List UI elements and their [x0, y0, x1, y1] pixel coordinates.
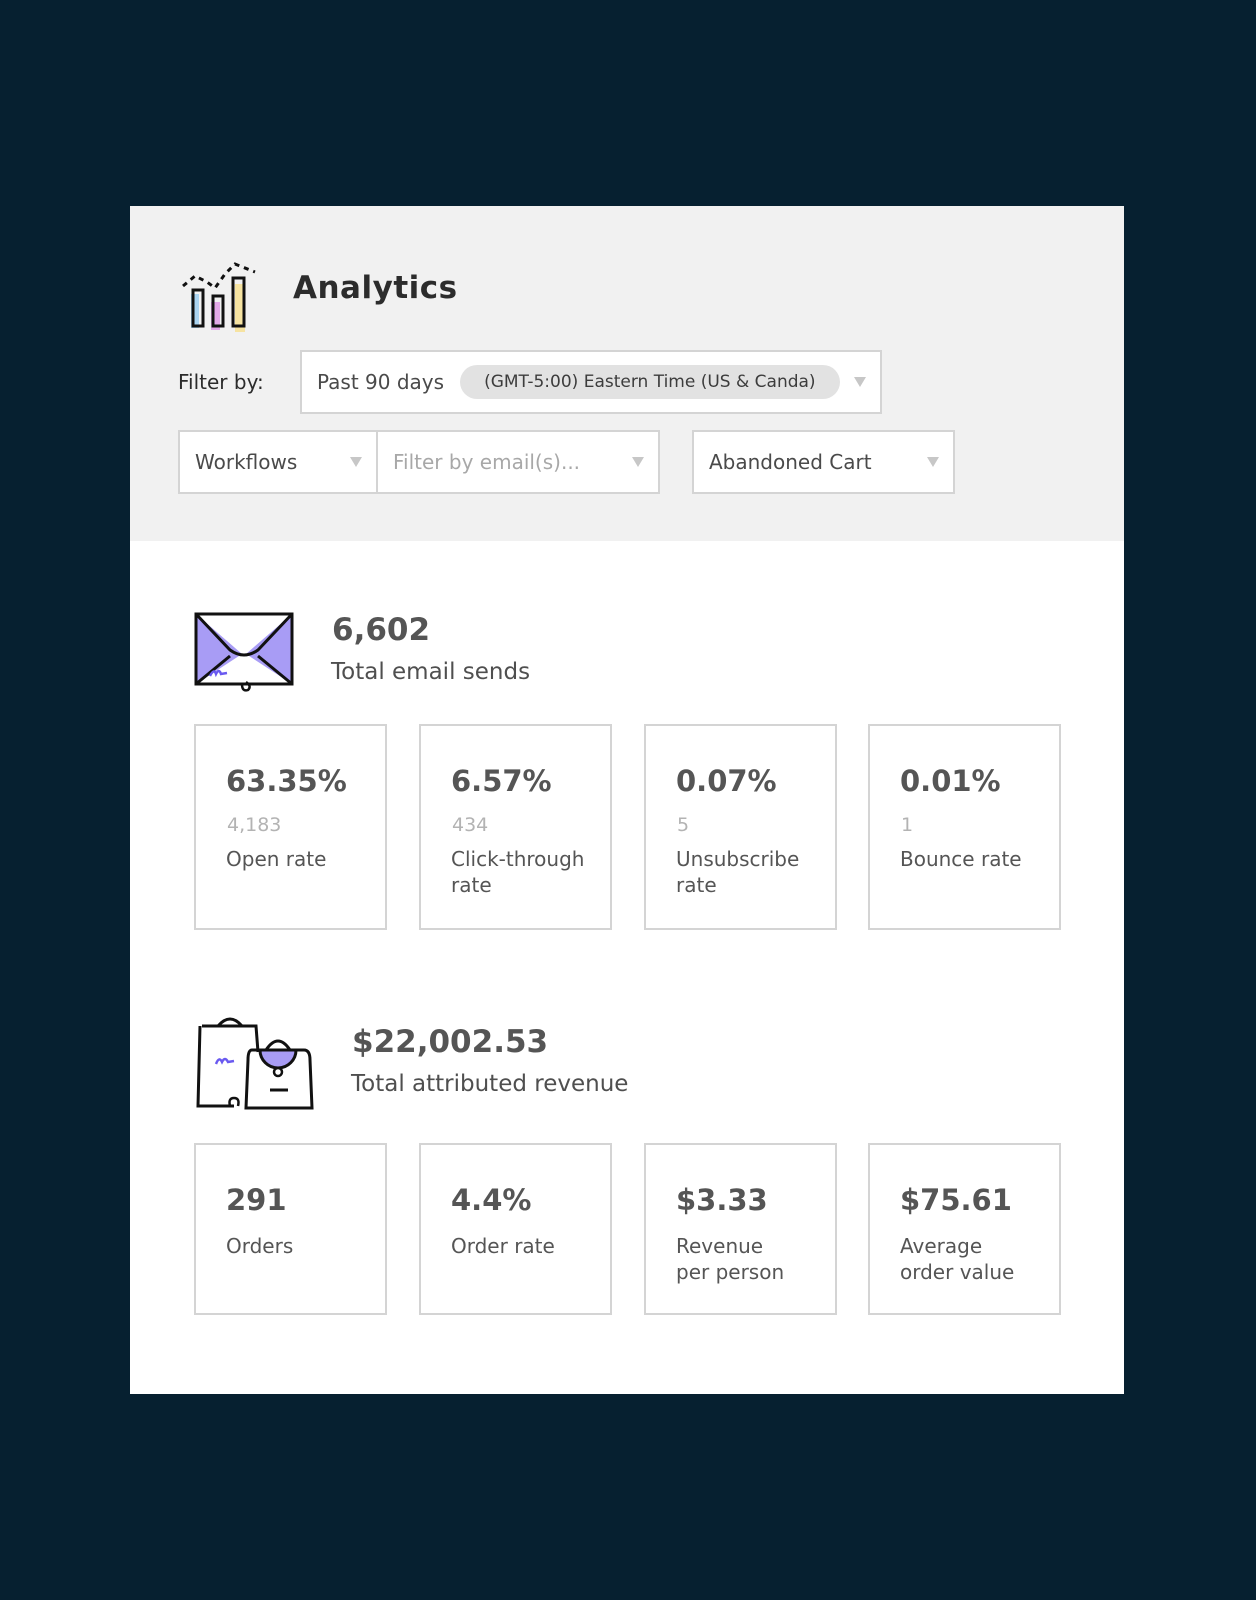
analytics-chart-icon [182, 262, 256, 332]
total-email-sends-label: Total email sends [331, 659, 531, 685]
metric-label: Unsubscribe rate [676, 847, 800, 897]
chevron-down-icon[interactable] [854, 377, 866, 387]
metric-value: $3.33 [676, 1183, 768, 1217]
metric-label: Open rate [226, 847, 327, 871]
metric-label: Orders [226, 1234, 294, 1258]
analytics-header: Analytics Filter by: Past 90 days (GMT-5… [130, 206, 1124, 541]
analytics-card: Analytics Filter by: Past 90 days (GMT-5… [130, 206, 1124, 1394]
date-range-value: Past 90 days [317, 370, 445, 394]
metric-value: $75.61 [900, 1183, 1012, 1217]
metric-tile-revenue-per-person: $3.33 Revenue per person [644, 1143, 837, 1315]
email-filter-input[interactable]: Filter by email(s)... [376, 430, 660, 494]
metric-value: 6.57% [451, 764, 552, 798]
metric-label: Bounce rate [900, 847, 1022, 871]
chevron-down-icon[interactable] [632, 457, 644, 467]
metric-value: 0.07% [676, 764, 777, 798]
metric-label: Revenue per person [676, 1234, 785, 1284]
workflow-select[interactable]: Workflows [178, 430, 378, 494]
metric-value: 0.01% [900, 764, 1001, 798]
total-revenue-label: Total attributed revenue [351, 1071, 629, 1097]
envelope-icon [194, 612, 294, 692]
metric-label: Average order value [900, 1234, 1015, 1284]
metric-tile-click-through-rate: 6.57% 434 Click-through rate [419, 724, 612, 930]
metric-tile-bounce-rate: 0.01% 1 Bounce rate [868, 724, 1061, 930]
metric-count: 1 [901, 814, 914, 836]
metric-label: Order rate [451, 1234, 555, 1258]
timezone-pill[interactable]: (GMT-5:00) Eastern Time (US & Canda) [460, 365, 840, 399]
metric-tile-orders: 291 Orders [194, 1143, 387, 1315]
campaign-select-value: Abandoned Cart [709, 450, 872, 474]
metric-count: 434 [452, 814, 489, 836]
metric-label: Click-through rate [451, 847, 585, 897]
chevron-down-icon[interactable] [927, 457, 939, 467]
metric-tile-average-order-value: $75.61 Average order value [868, 1143, 1061, 1315]
metric-tile-open-rate: 63.35% 4,183 Open rate [194, 724, 387, 930]
metric-value: 291 [226, 1183, 287, 1217]
campaign-select[interactable]: Abandoned Cart [692, 430, 955, 494]
shopping-bags-icon [196, 1017, 314, 1110]
metric-value: 63.35% [226, 764, 347, 798]
date-range-select[interactable]: Past 90 days (GMT-5:00) Eastern Time (US… [300, 350, 882, 414]
metric-count: 4,183 [227, 814, 282, 836]
workflow-select-value: Workflows [195, 450, 298, 474]
total-email-sends-value: 6,602 [332, 612, 431, 648]
metric-tile-unsubscribe-rate: 0.07% 5 Unsubscribe rate [644, 724, 837, 930]
metric-value: 4.4% [451, 1183, 532, 1217]
page-title: Analytics [293, 270, 458, 306]
chevron-down-icon[interactable] [350, 457, 362, 467]
email-filter-placeholder: Filter by email(s)... [393, 450, 581, 474]
filter-label: Filter by: [178, 370, 264, 394]
metric-count: 5 [677, 814, 690, 836]
metric-tile-order-rate: 4.4% Order rate [419, 1143, 612, 1315]
total-revenue-value: $22,002.53 [352, 1024, 549, 1060]
